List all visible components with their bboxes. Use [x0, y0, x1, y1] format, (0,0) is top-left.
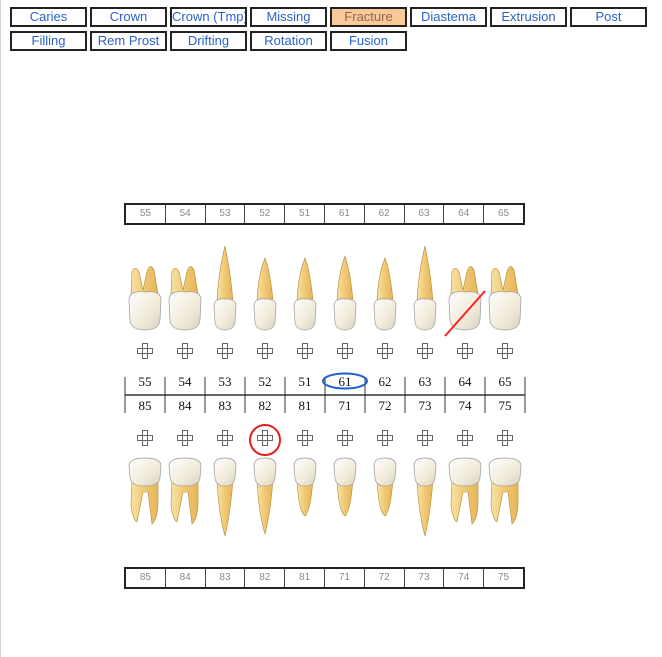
lower-surface-82[interactable] [257, 430, 273, 446]
lower-strip-tooth-84[interactable]: 84 [164, 569, 205, 587]
upper-surface-55[interactable] [137, 343, 153, 359]
upper-tooth-51[interactable] [293, 257, 317, 331]
lower-tooth-number-72[interactable]: 72 [379, 398, 392, 413]
lower-strip-tooth-71[interactable]: 71 [323, 569, 364, 587]
upper-tooth-53[interactable] [213, 245, 237, 331]
lower-strip-tooth-73[interactable]: 73 [403, 569, 444, 587]
upper-tooth-number-55[interactable]: 55 [139, 374, 152, 389]
lower-surface-74[interactable] [457, 430, 473, 446]
upper-tooth-number-54[interactable]: 54 [179, 374, 193, 389]
upper-tooth-61[interactable] [333, 255, 357, 331]
upper-tooth-64[interactable] [448, 266, 482, 331]
lower-surface-75[interactable] [497, 430, 513, 446]
lower-strip-tooth-85[interactable]: 85 [126, 569, 165, 587]
lower-tooth-85[interactable] [128, 457, 162, 525]
lower-tooth-74[interactable] [448, 457, 482, 525]
upper-tooth-number-62[interactable]: 62 [379, 374, 392, 389]
dental-chart: 55 54 53 52 51 61 62 63 64 65 85 84 83 82 81 71 72 73 74 75 [124, 245, 526, 537]
lower-tooth-number-85[interactable]: 85 [139, 398, 152, 413]
upper-surface-65[interactable] [497, 343, 513, 359]
lower-strip-tooth-75[interactable]: 75 [483, 569, 523, 587]
upper-tooth-number-61[interactable]: 61 [339, 374, 352, 389]
upper-surface-62[interactable] [377, 343, 393, 359]
lower-strip-tooth-83[interactable]: 83 [204, 569, 245, 587]
upper-surface-51[interactable] [297, 343, 313, 359]
lower-tooth-72[interactable] [373, 457, 397, 517]
lower-tooth-number-strip: 85 84 83 82 81 71 72 73 74 75 [124, 567, 525, 589]
upper-tooth-number-63[interactable]: 63 [419, 374, 432, 389]
lower-strip-tooth-72[interactable]: 72 [363, 569, 404, 587]
lower-tooth-71[interactable] [333, 457, 357, 517]
upper-tooth-number-64[interactable]: 64 [459, 374, 473, 389]
upper-surface-52[interactable] [257, 343, 273, 359]
upper-tooth-55[interactable] [128, 266, 162, 331]
upper-tooth-65[interactable] [488, 266, 522, 331]
lower-tooth-number-73[interactable]: 73 [419, 398, 432, 413]
upper-surface-54[interactable] [177, 343, 193, 359]
lower-tooth-83[interactable] [213, 457, 237, 537]
lower-surface-84[interactable] [177, 430, 193, 446]
lower-tooth-84[interactable] [168, 457, 202, 525]
center-number-grid: 55 54 53 52 51 61 62 63 64 65 85 84 83 82 81 71 72 73 74 75 [124, 374, 526, 413]
lower-surface-72[interactable] [377, 430, 393, 446]
upper-tooth-62[interactable] [373, 257, 397, 331]
upper-tooth-number-53[interactable]: 53 [219, 374, 232, 389]
lower-tooth-75[interactable] [488, 457, 522, 525]
lower-tooth-number-74[interactable]: 74 [459, 398, 473, 413]
lower-surface-73[interactable] [417, 430, 433, 446]
lower-strip-tooth-74[interactable]: 74 [443, 569, 483, 587]
lower-strip-tooth-81[interactable]: 81 [284, 569, 324, 587]
upper-surface-61[interactable] [337, 343, 353, 359]
lower-tooth-number-83[interactable]: 83 [219, 398, 232, 413]
lower-tooth-number-84[interactable]: 84 [179, 398, 193, 413]
lower-surface-85[interactable] [137, 430, 153, 446]
upper-tooth-number-51[interactable]: 51 [299, 374, 312, 389]
lower-tooth-number-71[interactable]: 71 [339, 398, 352, 413]
upper-surface-64[interactable] [457, 343, 473, 359]
upper-surface-53[interactable] [217, 343, 233, 359]
lower-strip-tooth-82[interactable]: 82 [244, 569, 284, 587]
lower-tooth-82[interactable] [253, 457, 277, 536]
upper-tooth-number-52[interactable]: 52 [259, 374, 272, 389]
upper-surface-63[interactable] [417, 343, 433, 359]
lower-surface-81[interactable] [297, 430, 313, 446]
upper-tooth-number-65[interactable]: 65 [499, 374, 512, 389]
lower-tooth-number-81[interactable]: 81 [299, 398, 312, 413]
upper-tooth-54[interactable] [168, 266, 202, 331]
lower-tooth-number-82[interactable]: 82 [259, 398, 272, 413]
upper-tooth-63[interactable] [413, 245, 437, 331]
lower-surface-83[interactable] [217, 430, 233, 446]
upper-tooth-52[interactable] [253, 257, 277, 331]
lower-tooth-73[interactable] [413, 457, 437, 537]
lower-surface-71[interactable] [337, 430, 353, 446]
lower-tooth-81[interactable] [293, 457, 317, 517]
lower-tooth-number-75[interactable]: 75 [499, 398, 512, 413]
